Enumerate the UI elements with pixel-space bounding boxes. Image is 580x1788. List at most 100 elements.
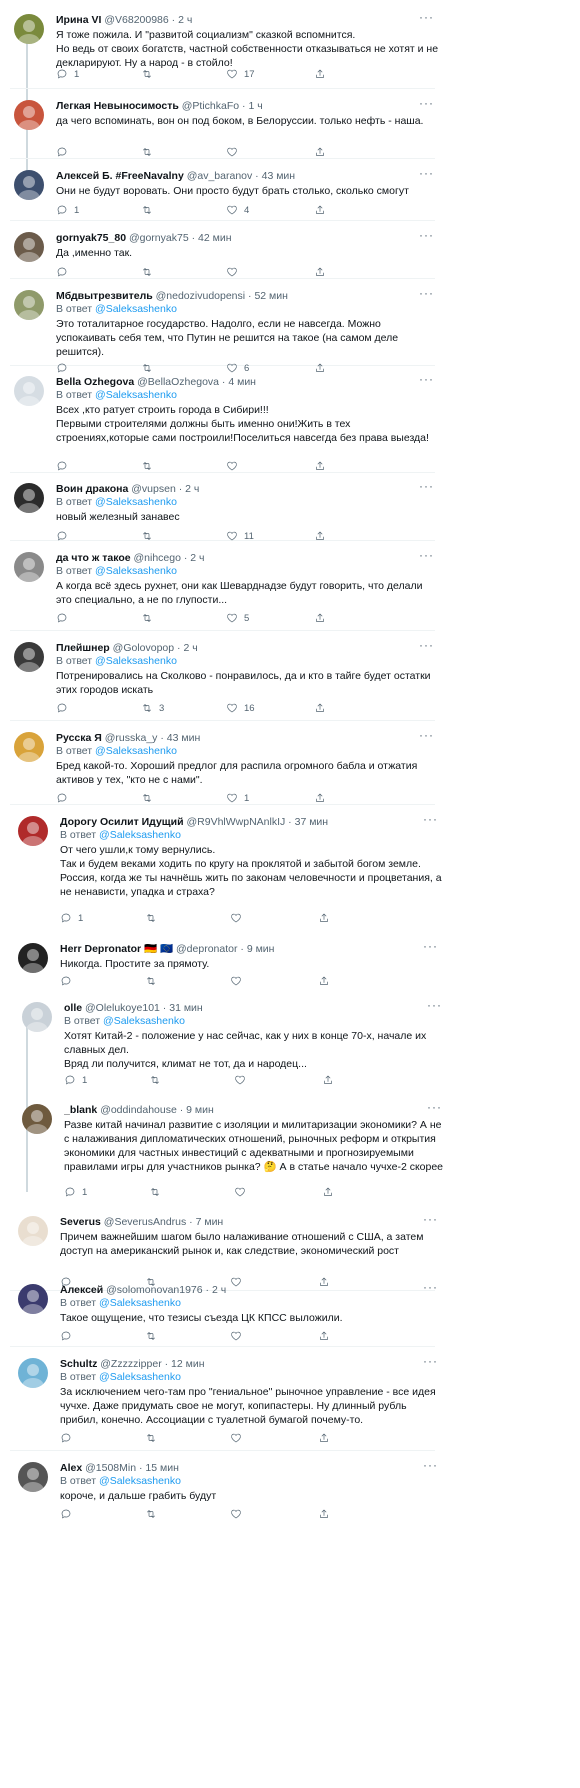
like-button[interactable]: 5	[226, 612, 249, 624]
reply-button[interactable]	[56, 612, 74, 624]
share-button[interactable]	[314, 146, 326, 158]
reply-button[interactable]	[60, 1330, 78, 1342]
timestamp[interactable]: 37 мин	[295, 816, 328, 828]
author-name[interactable]: olle	[64, 1002, 82, 1014]
retweet-button[interactable]	[141, 530, 159, 542]
tweet[interactable]: Bella Ozhegova @BellaOzhegova · 4 мин В о…	[10, 370, 440, 478]
avatar[interactable]	[14, 170, 44, 200]
retweet-button[interactable]	[141, 792, 159, 804]
retweet-button[interactable]	[141, 612, 159, 624]
reply-button[interactable]	[60, 1432, 78, 1444]
retweet-button[interactable]	[145, 1508, 163, 1520]
mention-link[interactable]: @Saleksashenko	[95, 389, 177, 401]
like-button[interactable]	[234, 1074, 252, 1086]
share-button[interactable]	[314, 530, 326, 542]
author-handle[interactable]: @nedozivudopensi	[156, 290, 245, 302]
more-options-icon[interactable]: ···	[419, 638, 434, 652]
mention-link[interactable]: @Saleksashenko	[95, 496, 177, 508]
avatar[interactable]	[22, 1002, 52, 1032]
retweet-button[interactable]	[141, 204, 159, 216]
like-button[interactable]	[230, 1432, 248, 1444]
like-button[interactable]: 16	[226, 702, 255, 714]
author-handle[interactable]: @PtichkaFo	[182, 100, 239, 112]
timestamp[interactable]: 2 ч	[183, 642, 197, 654]
like-button[interactable]	[230, 1330, 248, 1342]
timestamp[interactable]: 9 мин	[247, 943, 275, 955]
share-button[interactable]	[314, 612, 326, 624]
more-options-icon[interactable]: ···	[423, 1280, 438, 1294]
like-button[interactable]	[234, 1186, 252, 1198]
avatar[interactable]	[14, 232, 44, 262]
mention-link[interactable]: @Saleksashenko	[95, 745, 177, 757]
reply-button[interactable]	[56, 530, 74, 542]
mention-link[interactable]: @Saleksashenko	[99, 1371, 181, 1383]
mention-link[interactable]: @Saleksashenko	[95, 655, 177, 667]
tweet[interactable]: gornyak75_80 @gornyak75 · 42 мин Да ,имен…	[10, 226, 440, 284]
tweet[interactable]: Alex @1508Min · 15 мин В ответ @Saleksash…	[14, 1456, 444, 1526]
author-handle[interactable]: @BellaOzhegova	[137, 376, 219, 388]
retweet-button[interactable]	[141, 266, 159, 278]
author-name[interactable]: Schultz	[60, 1358, 97, 1370]
retweet-button[interactable]	[145, 912, 163, 924]
avatar[interactable]	[14, 376, 44, 406]
timestamp[interactable]: 15 мин	[145, 1462, 178, 1474]
like-button[interactable]	[226, 266, 244, 278]
reply-button[interactable]	[56, 702, 74, 714]
timestamp[interactable]: 12 мин	[171, 1358, 204, 1370]
like-button[interactable]: 11	[226, 530, 254, 542]
mention-link[interactable]: @Saleksashenko	[99, 1297, 181, 1309]
author-handle[interactable]: @Zzzzzipper	[100, 1358, 161, 1370]
more-options-icon[interactable]: ···	[419, 548, 434, 562]
avatar[interactable]	[14, 100, 44, 130]
timestamp[interactable]: 43 мин	[262, 170, 295, 182]
tweet[interactable]: olle @Olelukoye101 · 31 мин В ответ @Sale…	[18, 996, 448, 1092]
like-button[interactable]	[226, 460, 244, 472]
tweet[interactable]: Легкая Невыносимость @PtichkaFo · 1 ч да …	[10, 94, 440, 164]
tweet[interactable]: Плейшнер @Golovopop · 2 чВ ответ @Saleks…	[10, 636, 440, 720]
avatar[interactable]	[14, 290, 44, 320]
reply-button[interactable]	[56, 792, 74, 804]
reply-button[interactable]	[60, 1508, 78, 1520]
tweet[interactable]: Воин дракона @vupsen · 2 чВ ответ @Salek…	[10, 477, 440, 548]
more-options-icon[interactable]: ···	[419, 166, 434, 180]
author-handle[interactable]: @R9VhlWwpNAnlkIJ	[187, 816, 286, 828]
like-button[interactable]: 4	[226, 204, 249, 216]
author-handle[interactable]: @Olelukoye101	[85, 1002, 160, 1014]
timestamp[interactable]: 43 мин	[167, 732, 200, 744]
share-button[interactable]	[322, 1074, 334, 1086]
like-button[interactable]	[226, 146, 244, 158]
timestamp[interactable]: 52 мин	[254, 290, 287, 302]
reply-button[interactable]	[56, 460, 74, 472]
author-name[interactable]: Ирина VI	[56, 14, 101, 26]
mention-link[interactable]: @Saleksashenko	[95, 565, 177, 577]
mention-link[interactable]: @Saleksashenko	[95, 303, 177, 315]
timestamp[interactable]: 2 ч	[178, 14, 192, 26]
retweet-button[interactable]	[145, 1432, 163, 1444]
more-options-icon[interactable]: ···	[423, 939, 438, 953]
retweet-button[interactable]	[149, 1186, 167, 1198]
author-name[interactable]: Плейшнер	[56, 642, 110, 654]
reply-button[interactable]	[56, 146, 74, 158]
tweet[interactable]: Дорогу Осилит Идущий @R9VhlWwpNAnlkIJ · …	[14, 810, 444, 930]
retweet-button[interactable]	[141, 146, 159, 158]
like-button[interactable]	[230, 912, 248, 924]
author-name[interactable]: _blank	[64, 1104, 97, 1116]
reply-button[interactable]: 1	[64, 1074, 87, 1086]
author-handle[interactable]: @SeverusAndrus	[104, 1216, 186, 1228]
author-handle[interactable]: @solomonovan1976	[106, 1284, 202, 1296]
author-handle[interactable]: @depronator	[176, 943, 237, 955]
author-handle[interactable]: @gornyak75	[129, 232, 189, 244]
share-button[interactable]	[314, 702, 326, 714]
avatar[interactable]	[14, 732, 44, 762]
more-options-icon[interactable]: ···	[423, 1212, 438, 1226]
avatar[interactable]	[18, 1216, 48, 1246]
more-options-icon[interactable]: ···	[419, 228, 434, 242]
author-name[interactable]: Легкая Невыносимость	[56, 100, 179, 112]
timestamp[interactable]: 9 мин	[186, 1104, 214, 1116]
timestamp[interactable]: 1 ч	[248, 100, 262, 112]
avatar[interactable]	[18, 1284, 48, 1314]
timestamp[interactable]: 42 мин	[198, 232, 231, 244]
tweet[interactable]: Ирина VI @V68200986 · 2 ч Я тоже пожила. …	[10, 8, 440, 86]
retweet-button[interactable]	[145, 975, 163, 987]
like-button[interactable]	[230, 975, 248, 987]
